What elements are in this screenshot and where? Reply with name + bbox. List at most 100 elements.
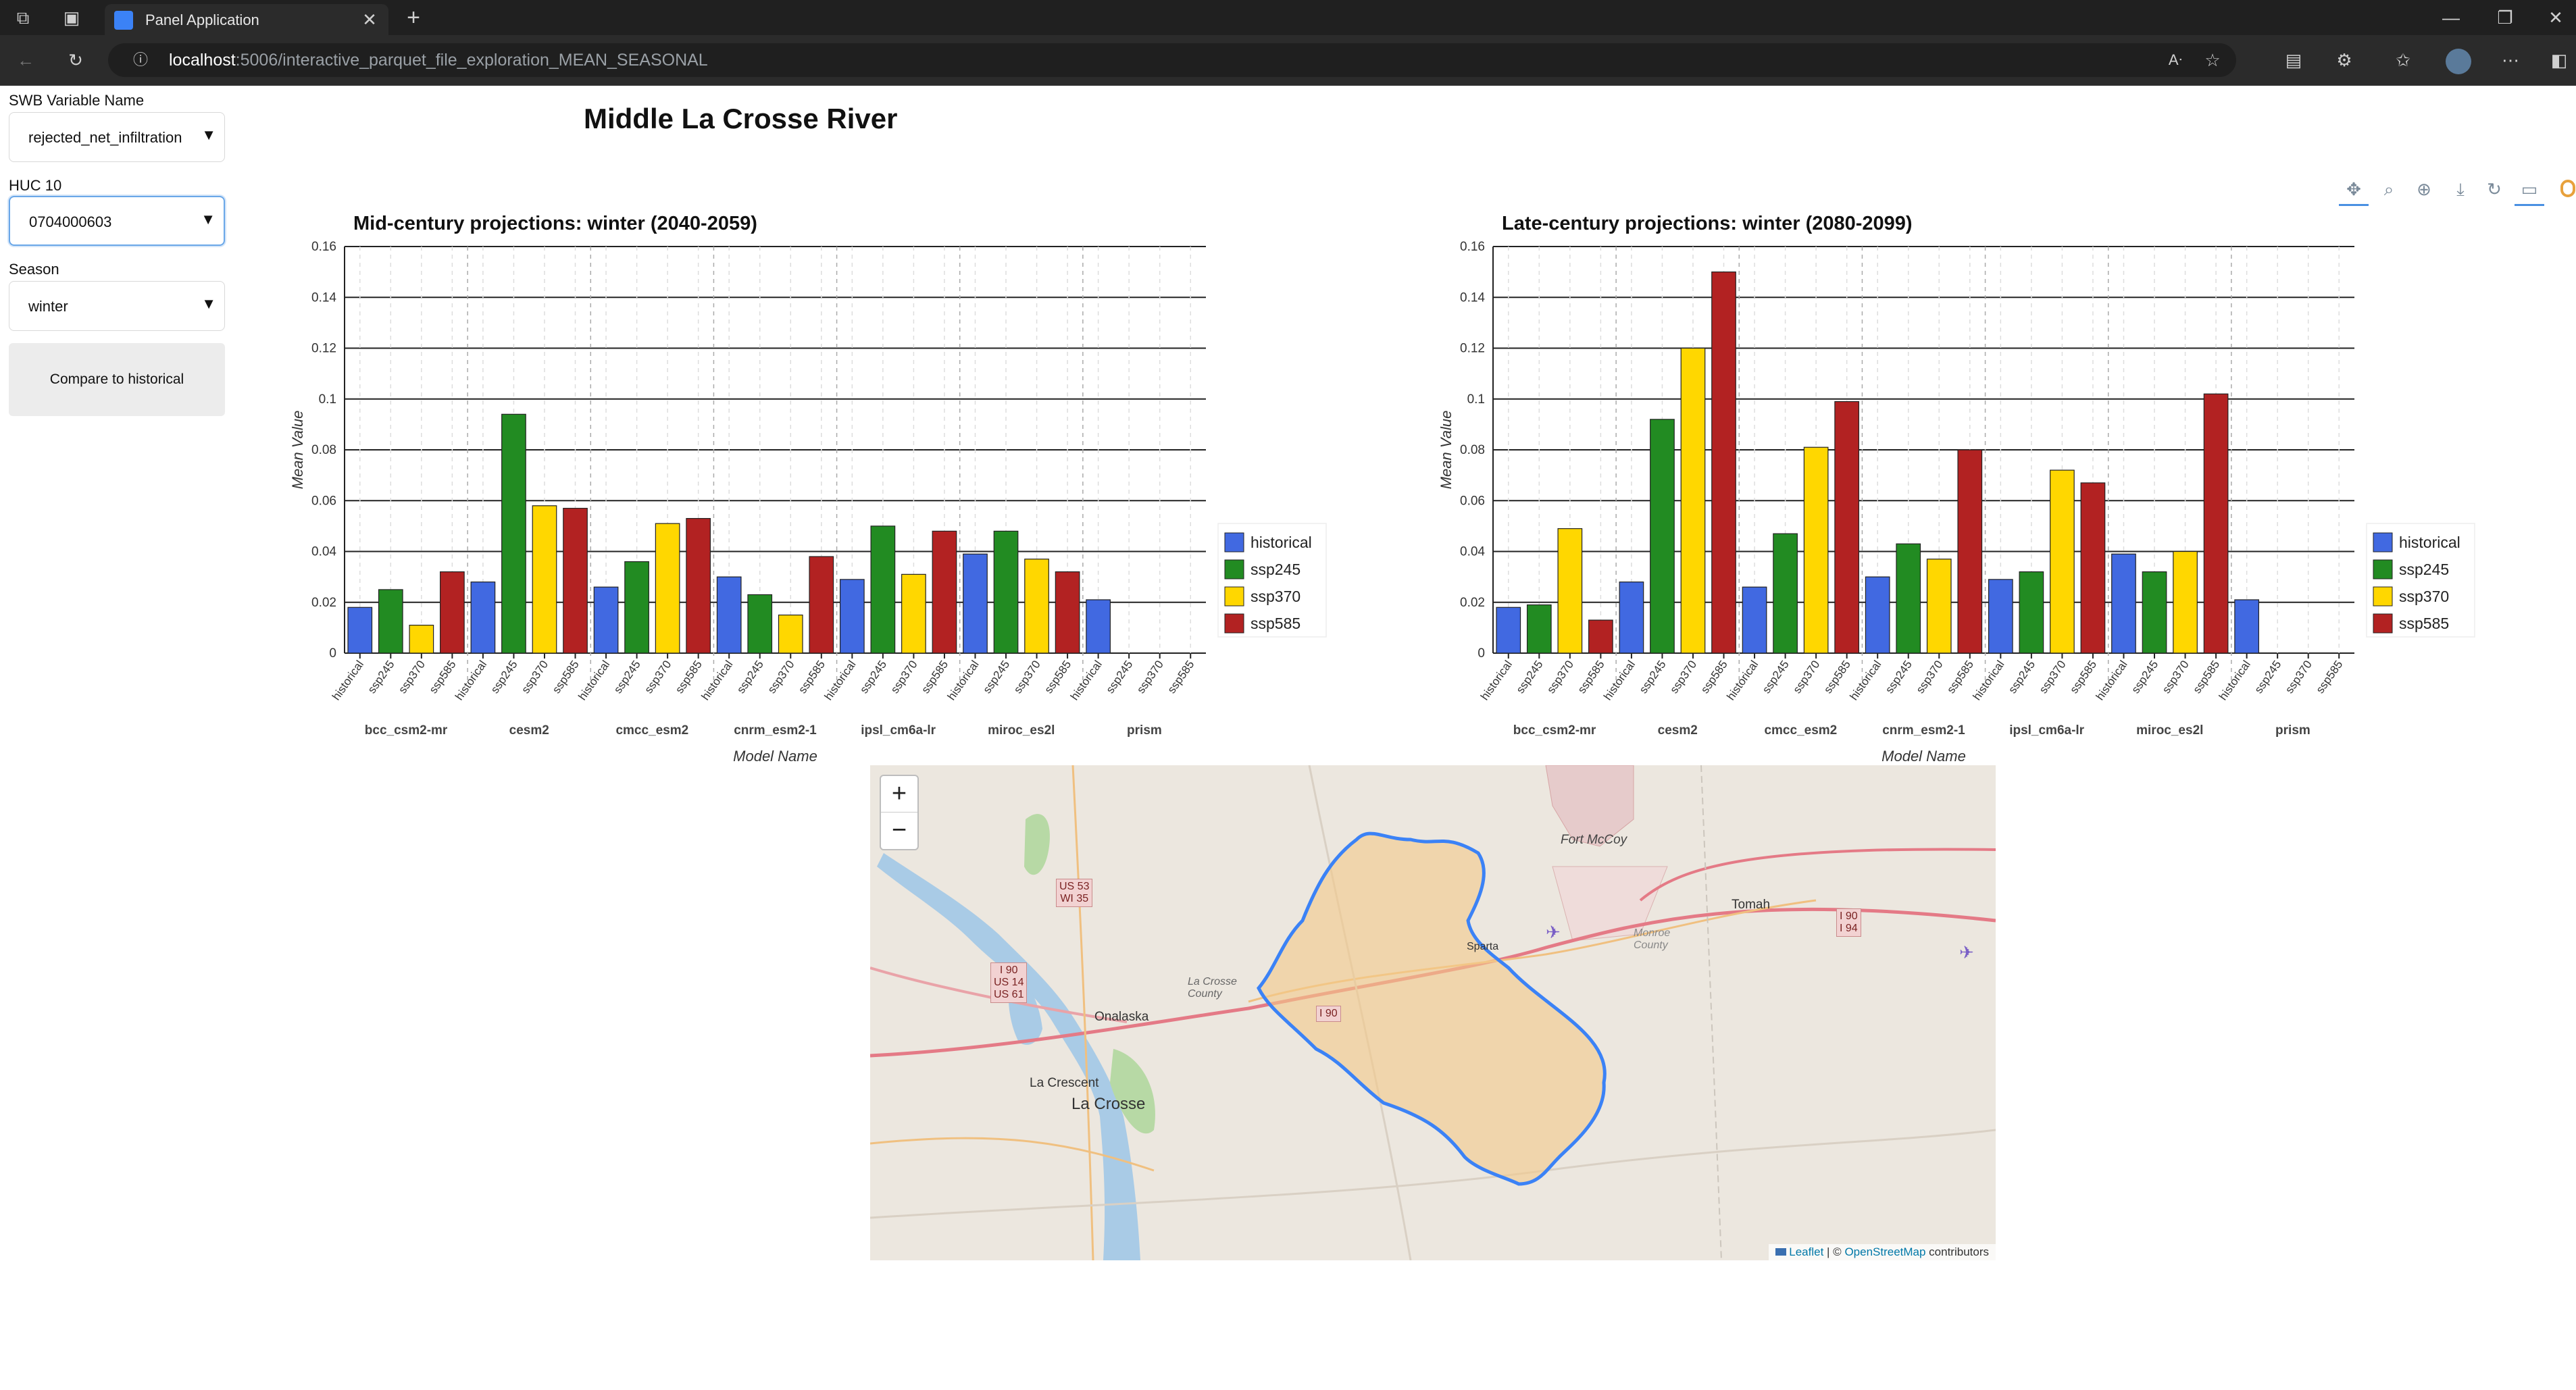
zoom-out-button[interactable]: − (881, 813, 917, 848)
zoom-in-button[interactable]: + (881, 776, 917, 813)
map-attribution: Leaflet | © OpenStreetMap contributors (1769, 1244, 1996, 1260)
legend-swatch-ssp370 (1224, 586, 1244, 607)
url-field[interactable]: ⓘ localhost:5006/interactive_parquet_fil… (108, 43, 2236, 77)
river-shape (877, 853, 1140, 1260)
legend-label-historical: historical (2399, 534, 2460, 551)
favorites-icon[interactable]: ✩ (2390, 47, 2417, 74)
favorite-star-icon[interactable]: ☆ (2199, 47, 2226, 74)
chart-title: Late-century projections: winter (2080-2… (1502, 213, 1913, 234)
y-tick-label: 0.16 (311, 240, 336, 254)
watershed-polygon[interactable] (1257, 831, 1607, 1186)
save-tool-icon[interactable]: ⤓ (2446, 174, 2475, 204)
reset-tool-icon[interactable]: ↻ (2479, 174, 2509, 204)
osm-link[interactable]: OpenStreetMap (1844, 1245, 1925, 1258)
x-tick-label: ssp245 (857, 658, 889, 696)
group-label: bcc_csm2-mr (1513, 723, 1596, 738)
leaflet-link[interactable]: Leaflet (1789, 1245, 1823, 1258)
group-label: cesm2 (1658, 723, 1698, 738)
back-icon[interactable]: ← (12, 47, 39, 74)
y-tick-label: 0.08 (311, 443, 336, 457)
season-select[interactable]: winter ▼ (9, 281, 225, 331)
x-tick-label: ssp370 (2037, 658, 2069, 696)
hover-tool-icon[interactable]: ▭ (2515, 174, 2544, 206)
page-title: Middle La Crosse River (584, 103, 898, 134)
close-tab-icon[interactable]: ✕ (356, 6, 383, 33)
x-tick-label: ssp245 (365, 658, 397, 696)
season-select-value: winter (28, 298, 68, 315)
bar-historical (2111, 553, 2136, 654)
wheel-zoom-tool-icon[interactable]: ⊕ (2409, 174, 2439, 204)
legend-swatch-ssp245 (1224, 559, 1244, 580)
new-tab-icon[interactable]: + (400, 4, 427, 31)
y-tick-label: 0.06 (311, 494, 336, 508)
x-tick-label: historical (1068, 658, 1105, 702)
legend-swatch-ssp370 (2373, 586, 2393, 607)
close-window-icon[interactable]: ✕ (2542, 4, 2569, 31)
x-tick-label: ssp585 (673, 658, 705, 696)
y-tick-label: 0.1 (1467, 392, 1485, 407)
legend-swatch-historical (1224, 532, 1244, 552)
bar-ssp245 (993, 530, 1019, 654)
map-label-onalaska: Onalaska (1094, 1010, 1149, 1024)
y-tick-label: 0.06 (1460, 494, 1485, 508)
map-label-la-crosse: La Crosse (1071, 1095, 1146, 1113)
x-tick-label: ssp370 (519, 658, 551, 696)
x-tick-label: ssp370 (1544, 658, 1576, 696)
bar-historical (1619, 582, 1644, 654)
bar-historical (347, 607, 373, 654)
x-tick-label: ssp245 (488, 658, 520, 696)
x-tick-label: ssp585 (2313, 658, 2345, 696)
read-aloud-icon[interactable]: Aᐧ (2162, 47, 2189, 74)
chart-title: Mid-century projections: winter (2040-20… (353, 213, 757, 234)
variable-label: SWB Variable Name (9, 92, 145, 109)
x-tick-label: ssp245 (734, 658, 766, 696)
map-label-la-crescent: La Crescent (1030, 1076, 1099, 1090)
bar-ssp245 (2019, 571, 2044, 654)
bar-ssp370 (1803, 446, 1829, 654)
x-tick-label: ssp585 (1042, 658, 1074, 696)
browser-tab[interactable]: Panel Application ✕ (105, 4, 388, 35)
x-tick-label: ssp370 (1134, 658, 1166, 696)
restore-icon[interactable]: ❐ (2492, 4, 2519, 31)
minimize-icon[interactable]: — (2438, 4, 2465, 31)
box-zoom-tool-icon[interactable]: ⌕ (2374, 174, 2404, 204)
huc-select[interactable]: 0704000603 ▼ (9, 196, 225, 246)
x-tick-label: historical (699, 658, 735, 702)
compare-to-historical-button[interactable]: Compare to historical (9, 343, 225, 416)
variable-select-value: rejected_net_infiltration (28, 129, 182, 146)
x-tick-label: historical (2217, 658, 2253, 702)
bar-ssp585 (1055, 571, 1080, 654)
reload-icon[interactable]: ↻ (62, 47, 89, 74)
workspaces-icon[interactable]: ⧉ (9, 4, 36, 31)
x-tick-label: historical (945, 658, 982, 702)
watershed-map[interactable]: Fort McCoy Tomah Sparta Onalaska La Cres… (870, 765, 1996, 1260)
bar-historical (593, 586, 619, 654)
profile-avatar-icon[interactable] (2446, 49, 2471, 74)
bar-historical (716, 576, 742, 654)
x-tick-label: historical (822, 658, 859, 702)
site-info-icon[interactable]: ⓘ (127, 47, 154, 74)
sidebar-toggle-icon[interactable]: ◧ (2546, 47, 2573, 74)
x-tick-label: ssp245 (1883, 658, 1915, 696)
variable-select[interactable]: rejected_net_infiltration ▼ (9, 112, 225, 162)
tab-actions-icon[interactable]: ▣ (58, 4, 85, 31)
reading-view-icon[interactable]: ▤ (2280, 47, 2307, 74)
late-century-chart: Late-century projections: winter (2080-2… (1438, 213, 2475, 763)
x-axis-label: Model Name (1882, 748, 1966, 763)
extensions-icon[interactable]: ⚙ (2331, 47, 2358, 74)
legend-label-ssp585: ssp585 (2399, 615, 2449, 632)
legend-label-ssp585: ssp585 (1251, 615, 1300, 632)
mid-century-chart: Mid-century projections: winter (2040-20… (289, 213, 1327, 763)
legend-label-ssp245: ssp245 (1251, 561, 1300, 578)
x-tick-label: ssp245 (1637, 658, 1669, 696)
more-menu-icon[interactable]: ⋯ (2497, 47, 2524, 74)
chevron-down-icon: ▼ (201, 295, 216, 312)
bar-ssp370 (901, 573, 926, 654)
group-label: cnrm_esm2-1 (734, 723, 817, 738)
bar-ssp370 (1557, 528, 1583, 654)
bar-ssp245 (1650, 419, 1675, 654)
bar-ssp585 (2080, 482, 2106, 654)
y-axis-label: Mean Value (289, 411, 306, 490)
pan-tool-icon[interactable]: ✥ (2339, 174, 2369, 206)
x-tick-label: historical (2094, 658, 2130, 702)
